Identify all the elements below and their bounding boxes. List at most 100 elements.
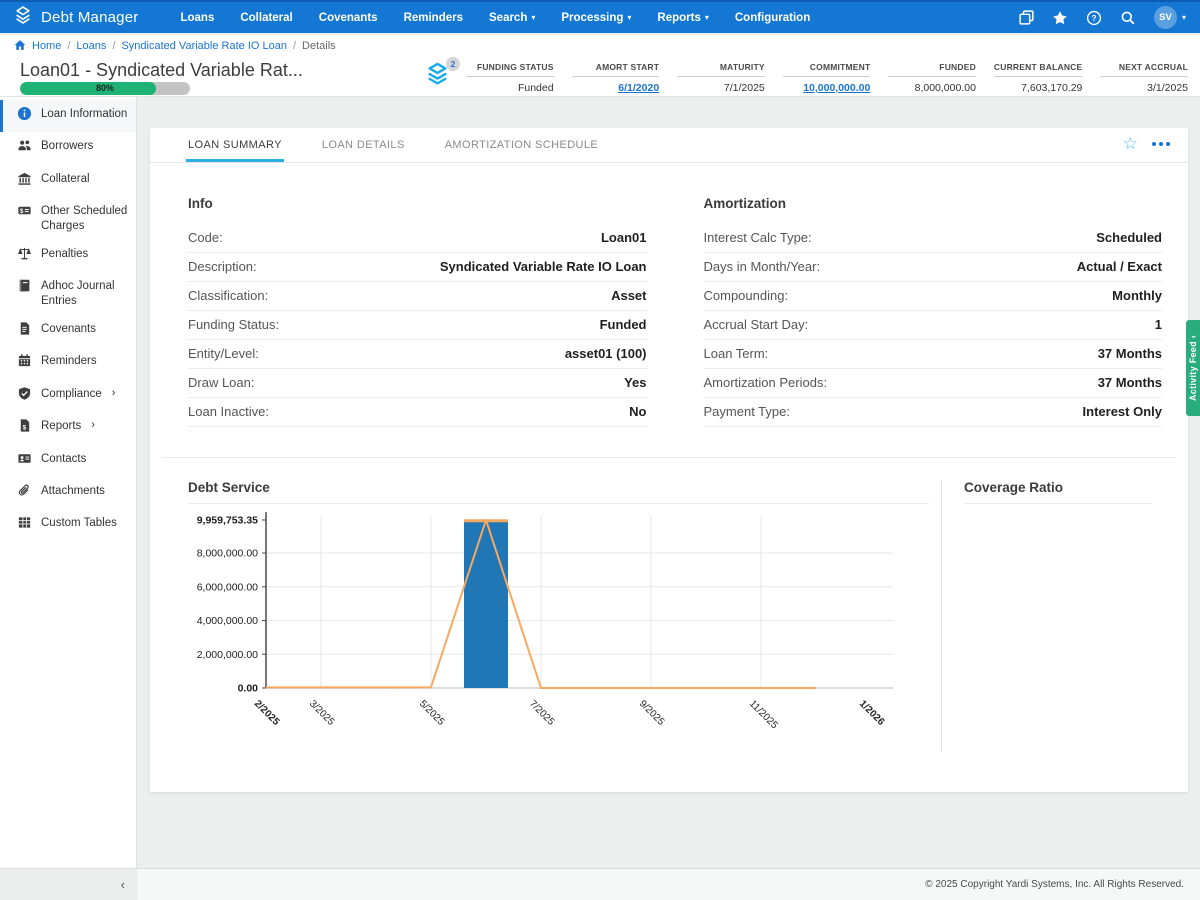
loan-stats: FUNDING STATUS Funded AMORT START 6/1/20… xyxy=(466,62,1188,94)
layers-logo-icon xyxy=(13,5,33,30)
charges-icon: $ xyxy=(17,203,32,222)
field-row-accrual-start-day: Accrual Start Day:1 xyxy=(704,311,1163,340)
breadcrumb-separator: / xyxy=(67,40,70,52)
stat-amort-start: AMORT START 6/1/2020 xyxy=(572,62,660,94)
sidebar-item-other-scheduled-charges[interactable]: $ Other Scheduled Charges xyxy=(0,197,136,240)
info-section-title: Info xyxy=(188,196,647,211)
tab-loan-details[interactable]: LOAN DETAILS xyxy=(320,128,407,162)
debt-service-section: Debt Service 0.002,000,000.004,000,000.0… xyxy=(188,480,941,759)
sidebar-item-custom-tables[interactable]: Custom Tables xyxy=(0,509,136,541)
nav-item-search[interactable]: Search▾ xyxy=(489,12,535,24)
svg-text:3/2025: 3/2025 xyxy=(307,698,337,728)
sidebar: Loan Information Borrowers Collateral $ … xyxy=(0,97,137,868)
nav-right: ? SV ▾ xyxy=(1018,6,1200,29)
breadcrumb-current: Details xyxy=(302,40,336,52)
caret-down-icon: ▾ xyxy=(1182,13,1186,22)
sidebar-item-reports[interactable]: $ Reports › xyxy=(0,412,136,444)
search-icon[interactable] xyxy=(1120,9,1137,26)
nav-item-processing[interactable]: Processing▾ xyxy=(561,12,631,24)
svg-text:6,000,000.00: 6,000,000.00 xyxy=(197,581,258,593)
paperclip-icon xyxy=(17,483,32,502)
caret-down-icon: ▾ xyxy=(705,14,709,22)
svg-text:8,000,000.00: 8,000,000.00 xyxy=(197,548,258,560)
favorite-star-outline-icon[interactable]: ☆ xyxy=(1123,135,1138,152)
nav-item-reports[interactable]: Reports▾ xyxy=(657,12,708,24)
info-section: Info Code:Loan01 Description:Syndicated … xyxy=(188,196,647,427)
stat-maturity: MATURITY 7/1/2025 xyxy=(677,62,765,94)
help-icon[interactable]: ? xyxy=(1086,9,1103,26)
debt-service-chart: 0.002,000,000.004,000,000.006,000,000.00… xyxy=(188,504,941,759)
loan-stack-icon[interactable]: 2 xyxy=(424,60,458,92)
loan-version-badge: 2 xyxy=(446,57,460,71)
svg-text:4,000,000.00: 4,000,000.00 xyxy=(197,615,258,627)
copyright-text: © 2025 Copyright Yardi Systems, Inc. All… xyxy=(925,879,1184,890)
coverage-ratio-title: Coverage Ratio xyxy=(964,480,1152,504)
field-row-amortization-periods: Amortization Periods:37 Months xyxy=(704,369,1163,398)
svg-text:7/2025: 7/2025 xyxy=(527,698,557,728)
more-options-icon[interactable] xyxy=(1152,138,1170,150)
activity-feed-tab[interactable]: Activity Feed ‹ xyxy=(1186,320,1200,416)
chevron-left-icon: ‹ xyxy=(1188,335,1198,338)
sidebar-collapse-icon[interactable]: ‹ xyxy=(121,877,125,892)
contact-card-icon xyxy=(17,451,32,470)
tab-amortization-schedule[interactable]: AMORTIZATION SCHEDULE xyxy=(443,128,600,162)
sidebar-item-collateral[interactable]: Collateral xyxy=(0,165,136,197)
coverage-ratio-section: Coverage Ratio xyxy=(941,480,1164,752)
footer: © 2025 Copyright Yardi Systems, Inc. All… xyxy=(0,868,1200,900)
sidebar-item-borrowers[interactable]: Borrowers xyxy=(0,132,136,164)
breadcrumb-separator: / xyxy=(293,40,296,52)
stat-funding-status: FUNDING STATUS Funded xyxy=(466,62,554,94)
chevron-right-icon: › xyxy=(91,419,95,433)
sidebar-item-penalties[interactable]: Penalties xyxy=(0,240,136,272)
top-navbar: Debt Manager Loans Collateral Covenants … xyxy=(0,0,1200,33)
home-icon[interactable] xyxy=(14,39,26,54)
brand[interactable]: Debt Manager xyxy=(0,5,152,30)
sidebar-item-loan-information[interactable]: Loan Information xyxy=(0,100,136,132)
nav-item-configuration[interactable]: Configuration xyxy=(735,12,810,24)
nav-item-loans[interactable]: Loans xyxy=(180,12,214,24)
shield-icon xyxy=(17,386,32,405)
info-icon xyxy=(17,106,32,125)
breadcrumb-loans[interactable]: Loans xyxy=(76,40,106,52)
stat-next-accrual: NEXT ACCRUAL 3/1/2025 xyxy=(1100,62,1188,94)
loan-header-bar: Loan01 - Syndicated Variable Rat... 80% … xyxy=(0,57,1200,97)
nav-menu: Loans Collateral Covenants Reminders Sea… xyxy=(180,12,810,24)
svg-text:?: ? xyxy=(1092,13,1097,23)
sidebar-item-adhoc-journal-entries[interactable]: Adhoc Journal Entries xyxy=(0,272,136,315)
sidebar-item-reminders[interactable]: Reminders xyxy=(0,347,136,379)
table-grid-icon xyxy=(17,515,32,534)
svg-text:0.00: 0.00 xyxy=(238,683,259,695)
nav-item-collateral[interactable]: Collateral xyxy=(240,12,292,24)
field-row-classification: Classification:Asset xyxy=(188,282,647,311)
caret-down-icon: ▾ xyxy=(627,14,631,22)
favorites-star-icon[interactable] xyxy=(1052,9,1069,26)
chevron-right-icon: › xyxy=(112,387,116,401)
svg-text:9,959,753.35: 9,959,753.35 xyxy=(197,515,258,527)
activity-feed-label: Activity Feed ‹ xyxy=(1188,335,1198,401)
nav-item-reminders[interactable]: Reminders xyxy=(404,12,463,24)
svg-text:11/2025: 11/2025 xyxy=(747,698,780,731)
progress-label: 80% xyxy=(20,82,190,95)
sidebar-item-compliance[interactable]: Compliance › xyxy=(0,380,136,412)
page-title: Loan01 - Syndicated Variable Rat... xyxy=(20,60,303,81)
sidebar-footer: ‹ xyxy=(0,868,137,900)
nav-item-covenants[interactable]: Covenants xyxy=(319,12,378,24)
user-menu[interactable]: SV ▾ xyxy=(1154,6,1186,29)
sidebar-item-contacts[interactable]: Contacts xyxy=(0,445,136,477)
svg-text:$: $ xyxy=(20,208,24,215)
svg-text:5/2025: 5/2025 xyxy=(417,698,447,728)
calendar-icon xyxy=(17,353,32,372)
sidebar-item-attachments[interactable]: Attachments xyxy=(0,477,136,509)
breadcrumb-loan-name[interactable]: Syndicated Variable Rate IO Loan xyxy=(121,40,287,52)
tab-bar: LOAN SUMMARY LOAN DETAILS AMORTIZATION S… xyxy=(150,128,1188,163)
breadcrumb-home[interactable]: Home xyxy=(32,40,61,52)
sidebar-item-covenants[interactable]: Covenants xyxy=(0,315,136,347)
scales-icon xyxy=(17,246,32,265)
field-row-loan-inactive: Loan Inactive:No xyxy=(188,398,647,427)
field-row-funding-status: Funding Status:Funded xyxy=(188,311,647,340)
windows-copy-icon[interactable] xyxy=(1018,9,1035,26)
field-row-loan-term: Loan Term:37 Months xyxy=(704,340,1163,369)
document-icon xyxy=(17,321,32,340)
breadcrumb-separator: / xyxy=(112,40,115,52)
tab-loan-summary[interactable]: LOAN SUMMARY xyxy=(186,128,284,162)
